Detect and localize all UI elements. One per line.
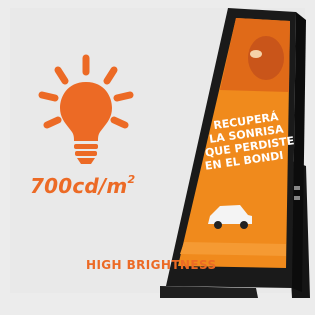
ad-photo-eye [250,50,262,58]
stand-foot [160,286,258,298]
ad-photo-face [248,36,284,80]
side-button [294,186,300,190]
ad-footer [180,242,286,256]
feature-label: HIGH BRIGHTNESS [86,258,217,272]
side-button [294,196,300,200]
brightness-unit-exponent: 2 [127,173,136,186]
brightness-value: 700cd/m2 [30,173,170,198]
lightbulb-icon [36,52,136,172]
brightness-number: 700cd/m [30,174,128,198]
feature-card: 700cd/m2 RECUPERÁ LA SONRISA QUE PERDIST… [0,0,315,315]
digital-signage-display: RECUPERÁ LA SONRISA QUE PERDISTE EN EL B… [160,6,310,298]
